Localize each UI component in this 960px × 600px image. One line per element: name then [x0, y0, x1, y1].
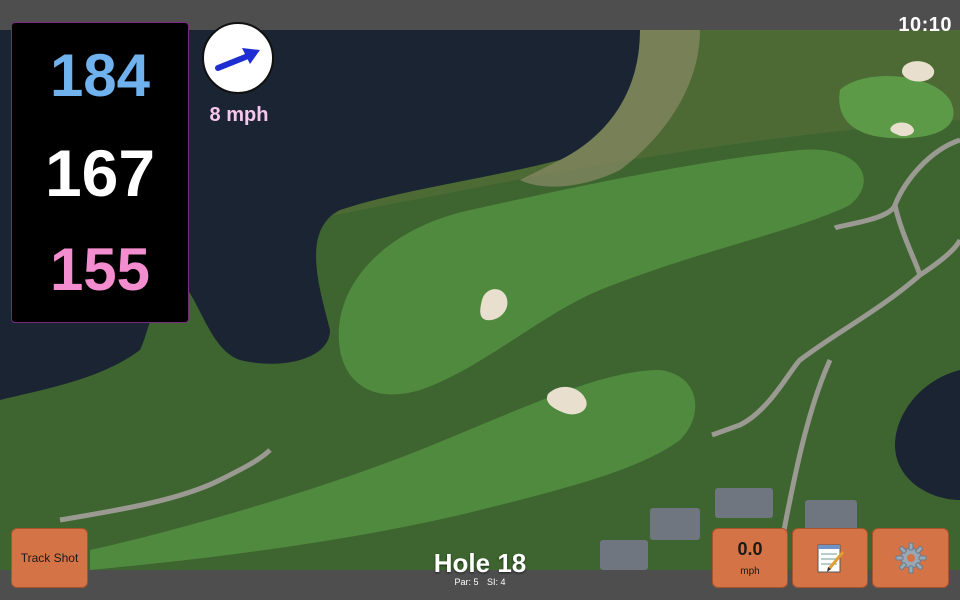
clock: 10:10 — [898, 14, 952, 36]
distance-panel: 184 167 155 — [11, 22, 189, 323]
stroke-index-label: SI: 4 — [487, 577, 506, 587]
notes-button[interactable] — [792, 528, 868, 588]
wind-speed-label: 8 mph — [209, 104, 269, 126]
middle-distance: 167 — [44, 136, 156, 210]
track-shot-button[interactable]: Track Shot — [11, 528, 88, 588]
speed-value: 0.0 — [737, 539, 763, 559]
gear-icon — [895, 542, 926, 574]
back-distance: 184 — [49, 42, 151, 109]
speed-unit: mph — [740, 566, 760, 577]
wind-indicator — [202, 22, 274, 94]
hole-meta: Par: 5 SI: 4 — [400, 577, 560, 587]
speed-button[interactable]: 0.0 mph — [712, 528, 788, 588]
notepad-icon — [817, 544, 845, 573]
hole-title: Hole 18 — [433, 548, 527, 578]
par-label: Par: 5 — [454, 577, 479, 587]
front-distance: 155 — [49, 236, 151, 303]
settings-button[interactable] — [872, 528, 949, 588]
wind-arrow-icon — [215, 48, 260, 71]
